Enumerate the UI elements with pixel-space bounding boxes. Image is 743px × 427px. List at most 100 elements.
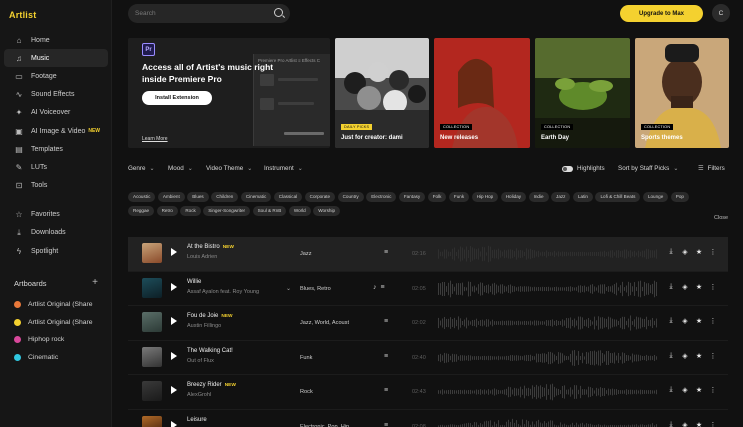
- genre-chip[interactable]: Corporate: [304, 192, 336, 202]
- artboard-item[interactable]: Hiphop rock: [14, 331, 110, 349]
- track-artwork[interactable]: [142, 243, 162, 263]
- stems-icon[interactable]: ≡: [384, 318, 388, 325]
- sidebar-item-templates[interactable]: ▤ Templates: [4, 140, 108, 158]
- genre-chip[interactable]: Lofi & Chill Beats: [595, 192, 641, 202]
- sidebar-item-favorites[interactable]: ☆ Favorites: [4, 206, 108, 224]
- genre-chip[interactable]: Holiday: [500, 192, 527, 202]
- star-icon[interactable]: ★: [692, 386, 706, 394]
- track-artwork[interactable]: [142, 277, 162, 298]
- genre-chip[interactable]: Cinematic: [240, 192, 272, 202]
- hero-card-earth-day[interactable]: COLLECTION Earth Day: [535, 38, 630, 148]
- download-icon[interactable]: ⤓: [664, 317, 678, 325]
- artboard-item[interactable]: Artlist Original (Share: [14, 296, 110, 314]
- artboard-add-icon[interactable]: ◈: [678, 386, 692, 394]
- genre-chip[interactable]: Folk: [427, 192, 447, 202]
- genre-chip[interactable]: Retro: [156, 206, 178, 216]
- genre-chip[interactable]: Blues: [187, 192, 209, 202]
- toggle-switch[interactable]: [562, 165, 573, 172]
- play-icon[interactable]: [171, 351, 177, 360]
- search-bar[interactable]: [128, 4, 290, 23]
- artboard-add-icon[interactable]: ◈: [678, 317, 692, 325]
- more-icon[interactable]: ⋮: [706, 248, 720, 256]
- hero-card-sports-themes[interactable]: COLLECTION Sports themes: [635, 38, 729, 148]
- track-row[interactable]: Willie Assaf Ayalon feat. Roy Young ⌄ Blues…: [128, 272, 728, 306]
- hero-card-daily-picks[interactable]: DAILY PICKS Just for creator: dami: [335, 38, 429, 148]
- sidebar-item-footage[interactable]: ▭ Footage: [4, 67, 108, 85]
- play-icon[interactable]: [171, 386, 177, 394]
- more-icon[interactable]: ⋮: [706, 421, 720, 427]
- add-artboard-icon[interactable]: +: [92, 278, 98, 288]
- highlights-toggle[interactable]: Highlights: [562, 165, 605, 172]
- more-icon[interactable]: ⋮: [706, 352, 720, 360]
- stems-icon[interactable]: ≡: [384, 387, 388, 394]
- filters-button[interactable]: ☰ Filters: [698, 165, 725, 172]
- genre-chip[interactable]: Hip Hop: [471, 192, 499, 202]
- sort-dropdown[interactable]: Sort by Staff Picks ⌄: [618, 165, 678, 172]
- track-title[interactable]: Fou de Joie NEW: [187, 313, 233, 319]
- artboard-item[interactable]: Artlist Original (Share: [14, 314, 110, 332]
- track-artwork[interactable]: [142, 415, 162, 427]
- track-title[interactable]: At the Bistro NEW: [187, 244, 234, 250]
- genre-chip[interactable]: Pop: [670, 192, 689, 202]
- genre-chip[interactable]: Ambient: [157, 192, 185, 202]
- artboard-add-icon[interactable]: ◈: [678, 421, 692, 427]
- hero-card-new-releases[interactable]: COLLECTION New releases: [434, 38, 530, 148]
- genre-chip[interactable]: Country: [337, 192, 364, 202]
- mood-filter[interactable]: Mood ⌄: [168, 165, 193, 172]
- track-artist[interactable]: AlexGrohl: [187, 392, 211, 398]
- genre-chip[interactable]: Soul & RnB: [252, 206, 287, 216]
- genre-chip[interactable]: Singer-Songwriter: [203, 206, 251, 216]
- track-row[interactable]: At the Bistro NEW Louis Adrien Jazz ≡ 02:16 ⤓ ◈…: [128, 237, 728, 272]
- track-title[interactable]: The Walking Cat!: [187, 348, 233, 354]
- track-artist[interactable]: Assaf Ayalon feat. Roy Young: [187, 289, 259, 295]
- genre-chip[interactable]: Jazz: [551, 192, 571, 202]
- star-icon[interactable]: ★: [692, 421, 706, 427]
- stems-icon[interactable]: ≡: [384, 249, 388, 256]
- waveform[interactable]: [438, 312, 658, 334]
- track-artist[interactable]: Louis Adrien: [187, 254, 217, 260]
- sidebar-item-ai-voiceover[interactable]: ✦ AI Voiceover: [4, 104, 108, 122]
- sidebar-item-ai-image-video[interactable]: ▣ AI Image & Video NEW: [4, 122, 108, 140]
- download-icon[interactable]: ⤓: [664, 283, 678, 291]
- track-title[interactable]: Willie: [187, 279, 201, 285]
- more-icon[interactable]: ⋮: [706, 317, 720, 325]
- star-icon[interactable]: ★: [692, 317, 706, 325]
- genre-chip[interactable]: World: [288, 206, 311, 216]
- avatar[interactable]: C: [712, 4, 730, 22]
- star-icon[interactable]: ★: [692, 283, 706, 291]
- track-artwork[interactable]: [142, 381, 162, 401]
- genre-chip[interactable]: Latin: [572, 192, 593, 202]
- genre-chip[interactable]: Funk: [448, 192, 470, 202]
- genre-chip[interactable]: Reggae: [128, 206, 155, 216]
- play-icon[interactable]: [171, 420, 177, 427]
- track-artist[interactable]: Out of Flux: [187, 358, 214, 364]
- genre-chip[interactable]: Worship: [313, 206, 341, 216]
- genre-chip[interactable]: Children: [211, 192, 239, 202]
- sidebar-item-spotlight[interactable]: ϟ Spotlight: [4, 242, 108, 260]
- track-title[interactable]: Leisure: [187, 417, 207, 423]
- track-row[interactable]: LeisureSAFSoundsElectronic, Pop, Hip≡02:…: [128, 410, 728, 427]
- track-artist[interactable]: Austin Fillingo: [187, 323, 221, 329]
- close-genres-button[interactable]: Close: [714, 215, 728, 221]
- waveform[interactable]: [438, 347, 658, 369]
- genre-chip[interactable]: Indie: [528, 192, 549, 202]
- play-icon[interactable]: [171, 317, 177, 325]
- sidebar-item-sound-effects[interactable]: ∿ Sound Effects: [4, 86, 108, 104]
- search-icon[interactable]: [274, 8, 283, 17]
- genre-chip[interactable]: Acoustic: [128, 192, 156, 202]
- artboard-add-icon[interactable]: ◈: [678, 352, 692, 360]
- track-artwork[interactable]: [142, 312, 162, 332]
- chevron-down-icon[interactable]: ⌄: [286, 285, 291, 292]
- upgrade-button[interactable]: Upgrade to Max: [620, 5, 703, 22]
- download-icon[interactable]: ⤓: [664, 421, 678, 427]
- play-icon[interactable]: [171, 248, 177, 256]
- instrument-filter[interactable]: Instrument ⌄: [264, 165, 303, 172]
- genre-chip[interactable]: Classical: [273, 192, 303, 202]
- waveform[interactable]: [438, 278, 658, 300]
- sidebar-item-downloads[interactable]: ⤓ Downloads: [4, 224, 108, 242]
- stems-icon[interactable]: ≡: [384, 422, 388, 427]
- genre-chip[interactable]: Lounge: [642, 192, 669, 202]
- track-row[interactable]: Breezy Rider NEW AlexGrohl Rock ≡ 02:43 ⤓ ◈ ★ ⋮: [128, 375, 728, 410]
- waveform[interactable]: [438, 381, 658, 403]
- artboard-add-icon[interactable]: ◈: [678, 283, 692, 291]
